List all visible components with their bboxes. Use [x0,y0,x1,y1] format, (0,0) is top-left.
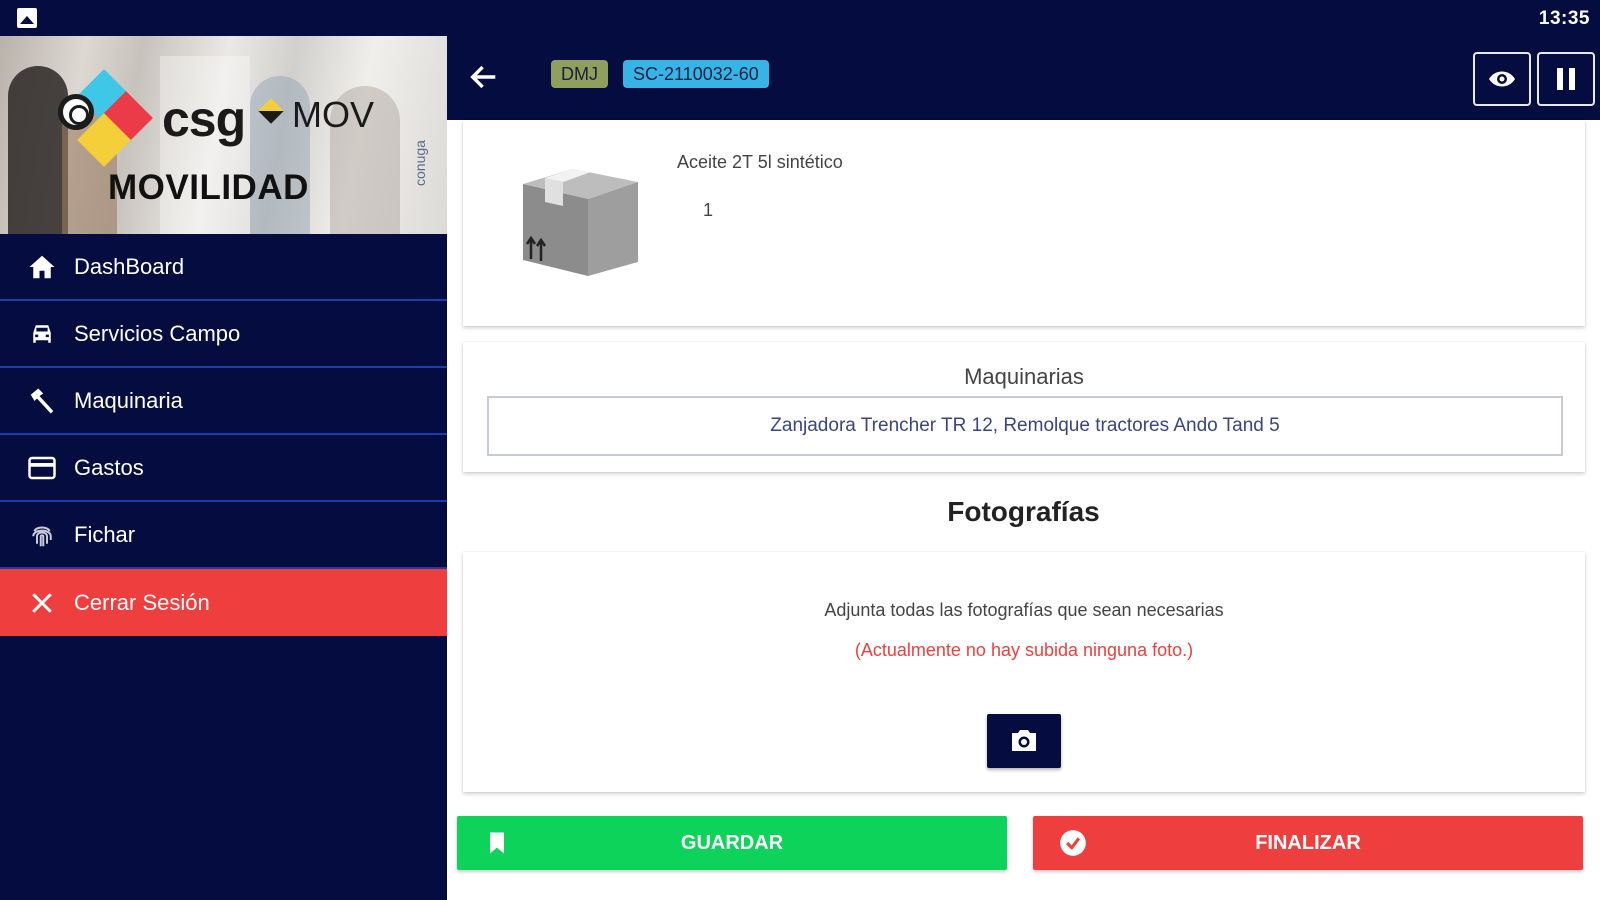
save-button-label: GUARDAR [680,831,784,854]
sidebar-item-label: Fichar [74,521,136,547]
gallery-icon [17,8,37,28]
main-content: Aceite 2T 5l sintético 1 Maquinarias Zan… [447,120,1600,900]
save-button[interactable]: GUARDAR [457,816,1007,870]
photos-empty-message: (Actualmente no hay subida ninguna foto.… [854,640,1194,660]
pause-icon [1557,68,1575,90]
sidebar: csg MOV MOVILIDAD conuga DashBoard Servi… [0,36,447,900]
photos-description: Adjunta todas las fotografías que sean n… [824,600,1224,620]
sidebar-item-maquinaria[interactable]: Maquinaria [0,368,447,435]
box-icon [513,164,643,282]
view-button[interactable] [1473,52,1531,106]
photos-title: Fotografías [947,496,1100,527]
product-card: Aceite 2T 5l sintético 1 [463,120,1585,326]
sidebar-item-label: Servicios Campo [74,320,241,346]
bookmark-icon [483,829,511,857]
brand-side-text: conuga [412,140,428,186]
brand-banner: csg MOV MOVILIDAD conuga [0,36,447,234]
sidebar-item-fichar[interactable]: Fichar [0,502,447,569]
status-clock: 13:35 [1538,8,1590,29]
check-circle-icon [1059,829,1087,857]
sidebar-item-dashboard[interactable]: DashBoard [0,234,447,301]
camera-icon [1012,730,1036,751]
car-icon [27,319,57,349]
top-app-bar: DMJ SC-2110032-60 [447,36,1600,120]
sidebar-item-servicios-campo[interactable]: Servicios Campo [0,301,447,368]
csg-logo-icon [58,69,153,167]
sidebar-menu: DashBoard Servicios Campo Maquinaria Gas… [0,234,447,636]
product-quantity: 1 [703,200,714,220]
machinery-title: Maquinarias [964,364,1084,389]
hammer-icon [27,386,57,416]
finish-button[interactable]: FINALIZAR [1033,816,1583,870]
tag-dmj: DMJ [551,60,608,88]
brand-logo-text: csg [162,91,246,147]
home-icon [27,252,57,282]
sidebar-item-label: Gastos [74,454,144,480]
sidebar-item-label: DashBoard [74,253,185,279]
sidebar-item-label: Maquinaria [74,387,183,413]
sidebar-item-label: Cerrar Sesión [74,589,210,615]
close-icon [27,588,57,618]
status-bar: 13:35 [0,0,1600,36]
sidebar-item-gastos[interactable]: Gastos [0,435,447,502]
brand-subtitle: MOVILIDAD [108,168,309,207]
machinery-value: Zanjadora Trencher TR 12, Remolque tract… [770,415,1280,436]
brand-product: MOV [292,94,375,135]
machinery-card: Maquinarias Zanjadora Trencher TR 12, Re… [463,342,1585,472]
machinery-field[interactable]: Zanjadora Trencher TR 12, Remolque tract… [487,396,1563,456]
tag-service-code: SC-2110032-60 [623,60,769,88]
finish-button-label: FINALIZAR [1255,831,1361,854]
product-name: Aceite 2T 5l sintético [677,152,843,172]
fingerprint-icon [27,520,57,550]
eye-icon [1489,71,1515,87]
credit-card-icon [27,453,57,483]
photos-card: Adjunta todas las fotografías que sean n… [463,552,1585,792]
sidebar-item-cerrar-sesion[interactable]: Cerrar Sesión [0,569,447,636]
back-arrow-icon[interactable] [467,60,501,94]
pause-button[interactable] [1537,52,1595,106]
camera-button[interactable] [987,714,1061,768]
